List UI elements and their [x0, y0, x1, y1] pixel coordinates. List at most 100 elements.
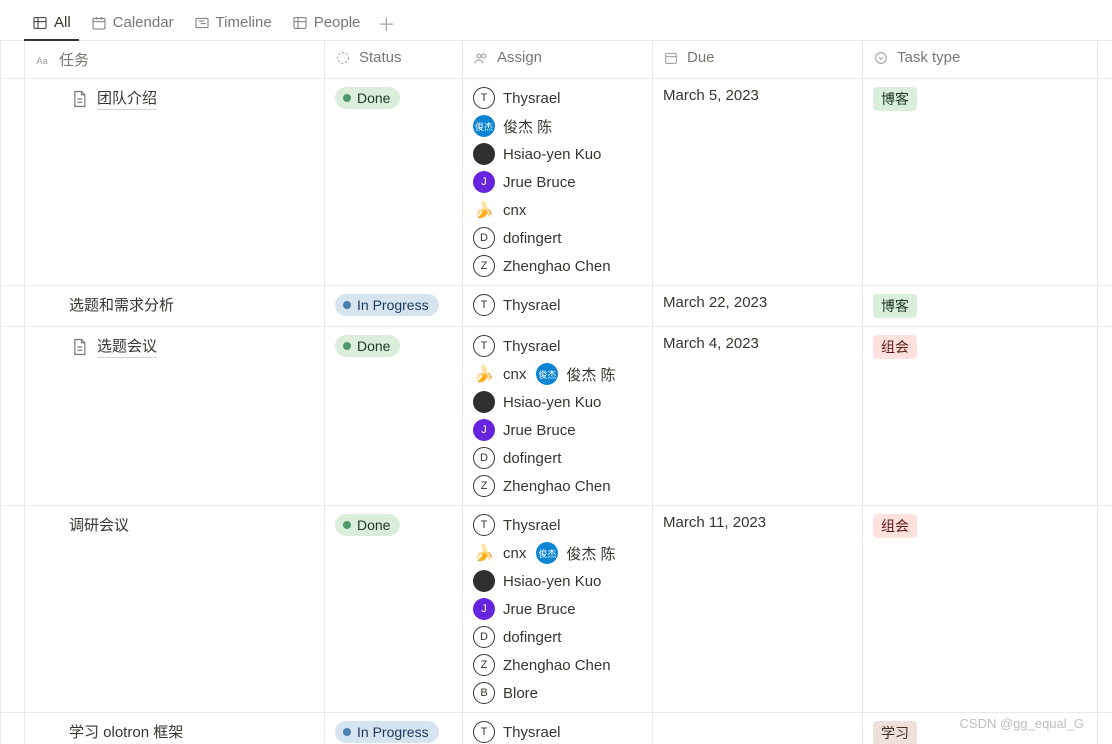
assignee[interactable]: BBlore [473, 682, 642, 704]
cell-due[interactable]: March 5, 2023 [653, 79, 863, 286]
cell-type[interactable]: 博客 [863, 79, 1098, 286]
cell-type[interactable]: 组会 [863, 506, 1098, 713]
assignee[interactable]: 俊杰俊杰 陈 [473, 115, 642, 137]
task-type-tag: 博客 [873, 294, 917, 318]
cell-type[interactable]: 学习 [863, 713, 1098, 744]
cell-status[interactable]: In Progress [325, 286, 463, 327]
assignee-name: cnx [503, 366, 526, 383]
task-type-tag: 博客 [873, 87, 917, 111]
row-handle [1, 327, 25, 506]
view-tab-timeline[interactable]: Timeline [186, 8, 280, 41]
cell-due[interactable]: March 4, 2023 [653, 327, 863, 506]
cell-status[interactable]: Done [325, 506, 463, 713]
cell-type[interactable]: 博客 [863, 286, 1098, 327]
cell-assign[interactable]: TThysrael 🍌cnx 俊杰俊杰 陈 Hsiao-yen Kuo JJrue Br… [463, 327, 653, 506]
assignee-name: Hsiao-yen Kuo [503, 394, 601, 411]
table-row[interactable]: 学习 olotron 框架 In Progress TThysrael 学习 [1, 713, 1112, 744]
cell-assign[interactable]: TThysrael [463, 713, 653, 744]
assignee[interactable]: 🍌cnx [473, 363, 526, 385]
cell-status[interactable]: Done [325, 327, 463, 506]
assignee-name: Thysrael [503, 90, 561, 107]
assignee[interactable]: Hsiao-yen Kuo [473, 143, 642, 165]
column-more[interactable] [1098, 41, 1112, 79]
cell-task[interactable]: 选题会议 [25, 327, 325, 506]
cell-assign[interactable]: TThysrael 俊杰俊杰 陈 Hsiao-yen Kuo JJrue Bruce 🍌… [463, 79, 653, 286]
cell-assign[interactable]: TThysrael 🍌cnx 俊杰俊杰 陈 Hsiao-yen Kuo JJrue Br… [463, 506, 653, 713]
status-label: In Progress [357, 724, 429, 740]
assignee-name: Hsiao-yen Kuo [503, 146, 601, 163]
cell-more [1098, 286, 1112, 327]
status-label: In Progress [357, 297, 429, 313]
assignee[interactable]: 🍌cnx [473, 542, 526, 564]
avatar: T [473, 514, 495, 536]
avatar: Z [473, 654, 495, 676]
assignee[interactable]: TThysrael [473, 87, 642, 109]
assignee[interactable]: 🍌cnx [473, 199, 642, 221]
cell-task[interactable]: 学习 olotron 框架 [25, 713, 325, 744]
cell-assign[interactable]: TThysrael [463, 286, 653, 327]
status-icon [335, 50, 351, 66]
column-task[interactable]: Aa 任务 [25, 41, 325, 79]
assignee[interactable]: TThysrael [473, 721, 642, 743]
assignee-name: Blore [503, 685, 538, 702]
assignee[interactable]: Hsiao-yen Kuo [473, 570, 642, 592]
status-label: Done [357, 338, 390, 354]
cell-due[interactable]: March 11, 2023 [653, 506, 863, 713]
avatar: J [473, 598, 495, 620]
status-label: Done [357, 517, 390, 533]
assignee[interactable]: TThysrael [473, 335, 642, 357]
assignee[interactable]: JJrue Bruce [473, 171, 642, 193]
column-type[interactable]: Task type [863, 41, 1098, 79]
column-assign[interactable]: Assign [463, 41, 653, 79]
view-tab-calendar[interactable]: Calendar [83, 8, 182, 41]
assignee[interactable]: Ddofingert [473, 227, 642, 249]
cell-status[interactable]: In Progress [325, 713, 463, 744]
cell-due[interactable] [653, 713, 863, 744]
assignee[interactable]: Ddofingert [473, 626, 642, 648]
view-tab-label: Calendar [113, 14, 174, 31]
people-icon [473, 50, 489, 66]
table-row[interactable]: 调研会议 Done TThysrael 🍌cnx 俊杰俊杰 陈 Hsiao-yen K… [1, 506, 1112, 713]
cell-status[interactable]: Done [325, 79, 463, 286]
cell-task[interactable]: 调研会议 [25, 506, 325, 713]
assignee[interactable]: JJrue Bruce [473, 419, 642, 441]
cell-task[interactable]: 团队介绍 [25, 79, 325, 286]
avatar: 俊杰 [473, 115, 495, 137]
table-row[interactable]: 选题会议 Done TThysrael 🍌cnx 俊杰俊杰 陈 Hsiao-yen K… [1, 327, 1112, 506]
table-row[interactable]: 选题和需求分析 In Progress TThysrael March 22, 2… [1, 286, 1112, 327]
assignee[interactable]: 俊杰俊杰 陈 [536, 363, 615, 385]
database-table: Aa 任务 Status Assign Due Task type 团队介 [0, 41, 1112, 744]
add-view-button[interactable]: ＋ [372, 10, 400, 38]
assignee[interactable]: ZZhenghao Chen [473, 475, 642, 497]
column-due[interactable]: Due [653, 41, 863, 79]
cell-due[interactable]: March 22, 2023 [653, 286, 863, 327]
view-tab-people[interactable]: People [284, 8, 369, 41]
avatar: Z [473, 475, 495, 497]
table-icon [292, 15, 308, 31]
assignee[interactable]: Hsiao-yen Kuo [473, 391, 642, 413]
assignee[interactable]: ZZhenghao Chen [473, 255, 642, 277]
assignee[interactable]: ZZhenghao Chen [473, 654, 642, 676]
page-icon [69, 89, 89, 109]
assignee[interactable]: TThysrael [473, 294, 642, 316]
assignee-name: Jrue Bruce [503, 174, 576, 191]
assignee[interactable]: TThysrael [473, 514, 642, 536]
column-status[interactable]: Status [325, 41, 463, 79]
table-row[interactable]: 团队介绍 Done TThysrael 俊杰俊杰 陈 Hsiao-yen Kuo JJ… [1, 79, 1112, 286]
status-dot-icon [343, 342, 351, 350]
view-tab-all[interactable]: All [24, 8, 79, 41]
assignee[interactable]: 俊杰俊杰 陈 [536, 542, 615, 564]
assignee-list: TThysrael [473, 294, 642, 316]
task-title: 学习 olotron 框架 [69, 721, 183, 743]
cell-more [1098, 79, 1112, 286]
row-handle [1, 506, 25, 713]
view-tab-label: People [314, 14, 361, 31]
cell-more [1098, 327, 1112, 506]
cell-type[interactable]: 组会 [863, 327, 1098, 506]
assignee[interactable]: JJrue Bruce [473, 598, 642, 620]
row-handle [1, 713, 25, 744]
status-pill: Done [335, 87, 400, 109]
due-date: March 4, 2023 [663, 335, 759, 352]
assignee[interactable]: Ddofingert [473, 447, 642, 469]
cell-task[interactable]: 选题和需求分析 [25, 286, 325, 327]
